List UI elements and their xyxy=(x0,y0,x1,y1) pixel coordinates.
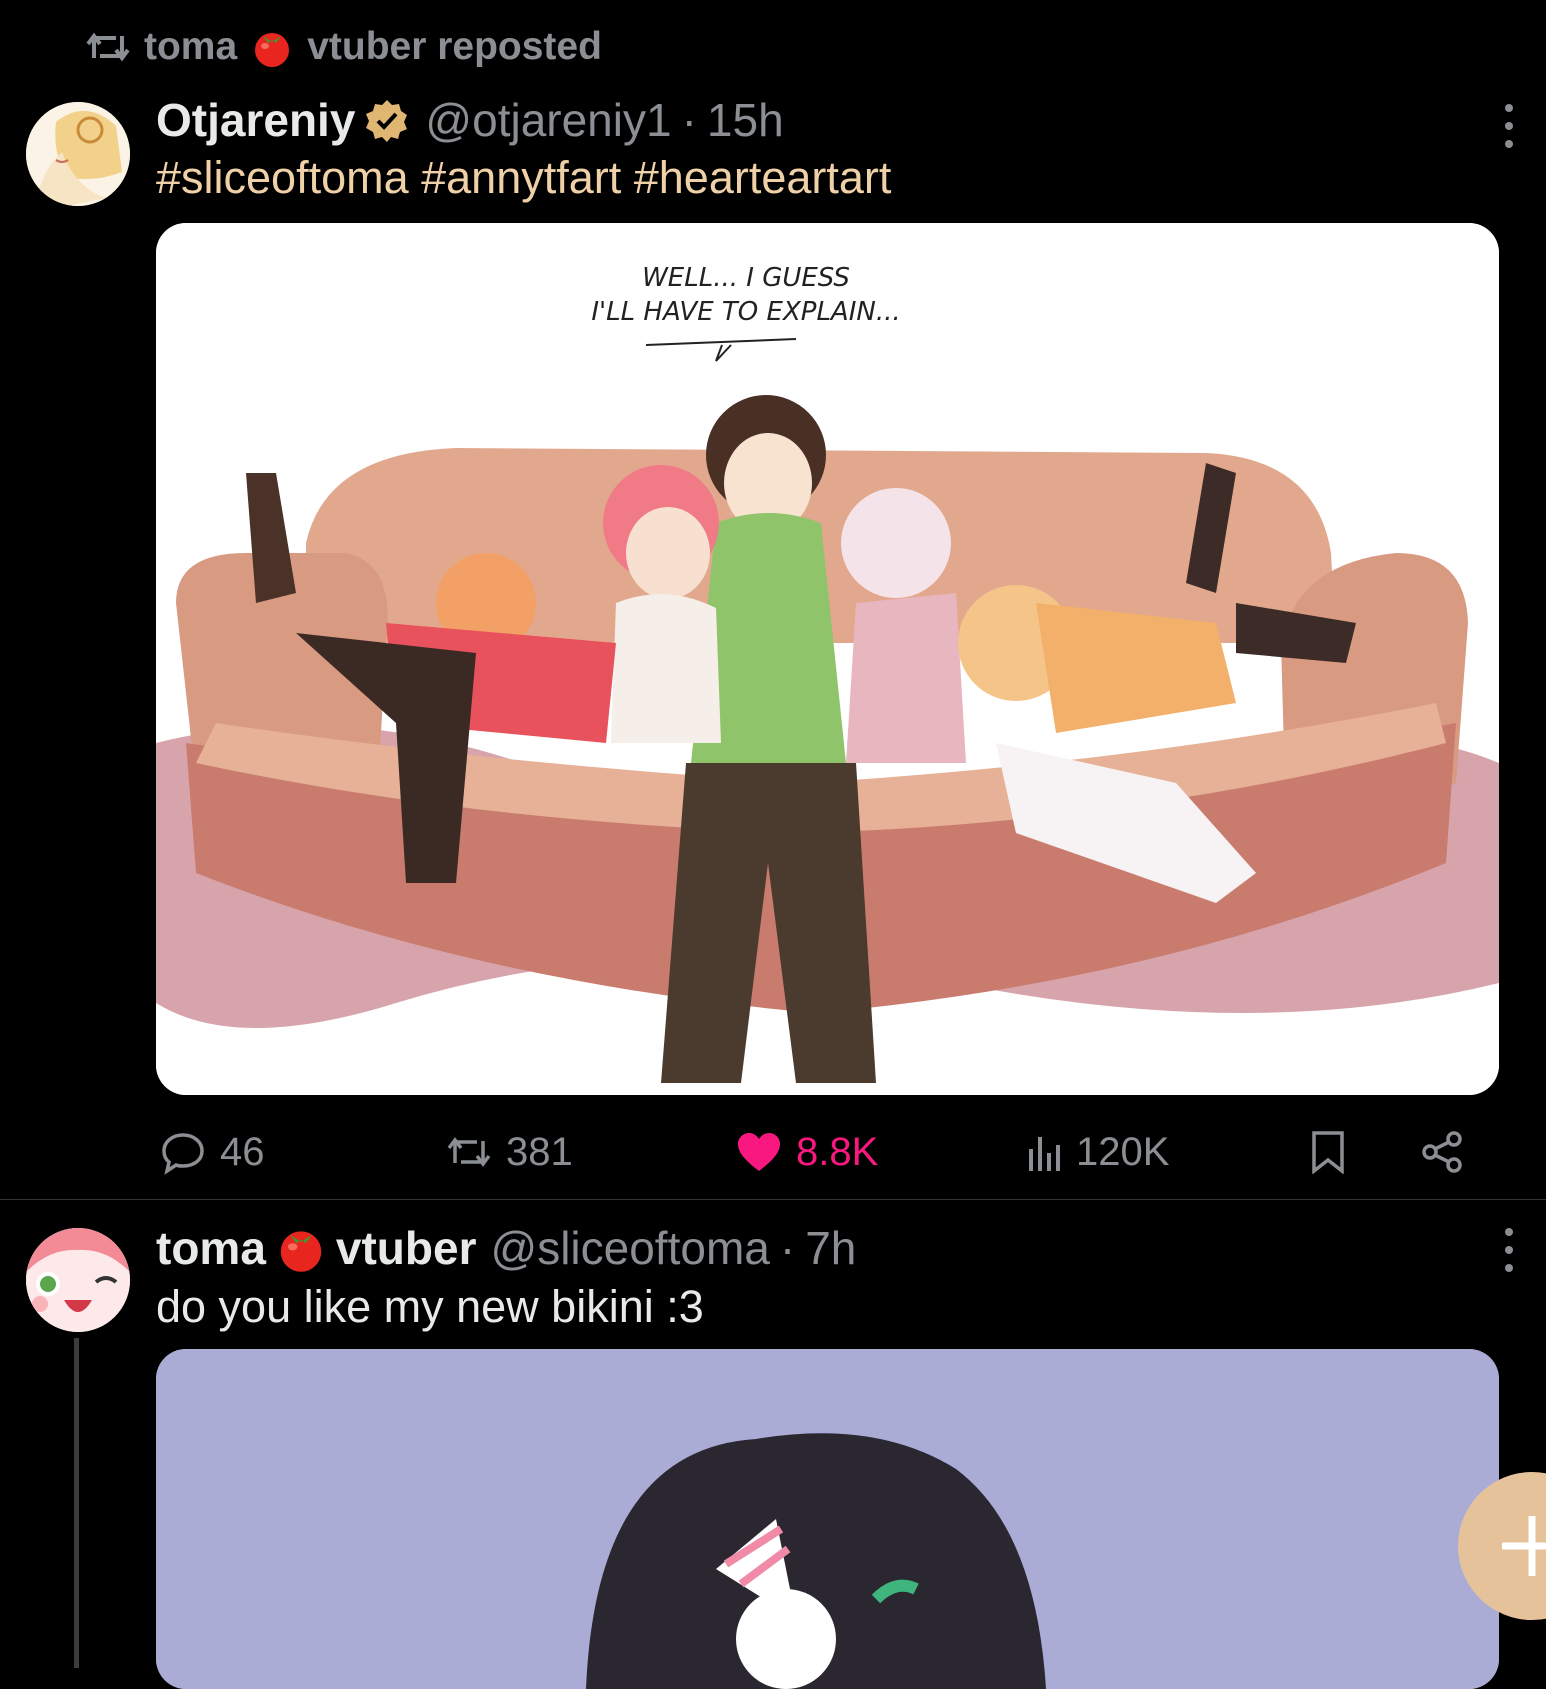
avatar-illustration xyxy=(26,1228,130,1332)
plus-icon xyxy=(1502,1516,1546,1576)
share-button[interactable] xyxy=(1420,1128,1464,1176)
reply-icon xyxy=(162,1133,204,1175)
post1-header: Otjareniy @otjareniy1 · 15h xyxy=(156,92,784,148)
photo-illustration xyxy=(156,1349,1499,1689)
post2-image[interactable] xyxy=(156,1349,1499,1689)
repost-user-name-part2: vtuber reposted xyxy=(307,25,602,68)
post1-display-name[interactable]: Otjareniy xyxy=(156,93,355,147)
tomato-emoji-icon xyxy=(280,1231,322,1272)
post2-time[interactable]: 7h xyxy=(805,1221,856,1275)
verified-badge-icon xyxy=(366,100,408,142)
post2-display-name-part1[interactable]: toma xyxy=(156,1221,266,1275)
repost-icon xyxy=(447,1137,491,1167)
post1-action-bar: 46 381 8.8K 120K xyxy=(160,1128,1462,1176)
share-icon xyxy=(1422,1131,1462,1173)
post2-separator: · xyxy=(779,1222,796,1274)
like-button[interactable]: 8.8K xyxy=(736,1128,878,1176)
post1-hashtags[interactable]: #sliceoftoma #annytfart #hearteartart xyxy=(156,150,891,206)
post1-avatar[interactable] xyxy=(26,102,130,206)
views-chart-icon xyxy=(1029,1137,1060,1171)
repost-user-name-part1: toma xyxy=(144,25,238,68)
bookmark-icon xyxy=(1312,1131,1344,1174)
views-button[interactable]: 120K xyxy=(1026,1128,1169,1176)
post2-more-button[interactable] xyxy=(1502,1228,1516,1272)
post1-image[interactable]: WELL... I GUESS I'LL HAVE TO EXPLAIN... xyxy=(156,223,1499,1095)
views-count: 120K xyxy=(1076,1129,1170,1174)
repost-icon xyxy=(86,32,130,62)
post2-display-name-part2[interactable]: vtuber xyxy=(336,1221,477,1275)
post2-avatar[interactable] xyxy=(26,1228,130,1332)
tomato-emoji-icon xyxy=(255,33,290,67)
compose-fab-button[interactable] xyxy=(1458,1472,1546,1620)
post-divider xyxy=(0,1199,1546,1200)
post1-handle[interactable]: @otjareniy1 xyxy=(425,93,671,147)
speech-bubble-text: WELL... I GUESS I'LL HAVE TO EXPLAIN... xyxy=(591,263,901,327)
couch-illustration xyxy=(156,223,1499,1095)
post2-text: do you like my new bikini :3 xyxy=(156,1281,704,1332)
repost-count: 381 xyxy=(506,1129,573,1174)
like-count: 8.8K xyxy=(796,1129,879,1174)
reply-button[interactable]: 46 xyxy=(160,1128,265,1176)
heart-icon xyxy=(738,1133,780,1171)
repost-indicator[interactable]: toma vtuber reposted xyxy=(86,22,602,72)
post2-handle[interactable]: @sliceoftoma xyxy=(491,1221,770,1275)
repost-button[interactable]: 381 xyxy=(446,1128,573,1176)
bookmark-button[interactable] xyxy=(1310,1128,1346,1176)
reply-count: 46 xyxy=(220,1129,265,1174)
post1-time[interactable]: 15h xyxy=(707,93,784,147)
post2-header: toma vtuber @sliceoftoma · 7h xyxy=(156,1220,856,1276)
post1-more-button[interactable] xyxy=(1502,104,1516,148)
thread-connector-line xyxy=(74,1338,79,1668)
avatar-illustration xyxy=(26,102,130,206)
post1-separator: · xyxy=(681,94,697,146)
